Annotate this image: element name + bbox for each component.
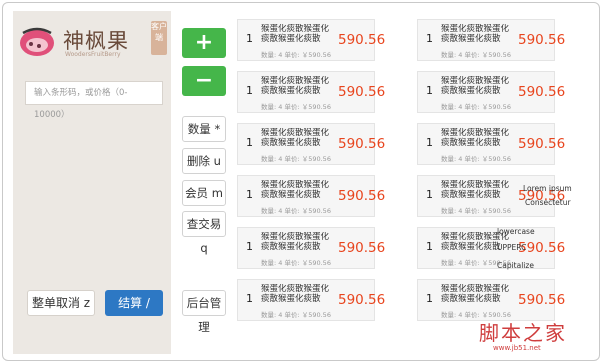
item-meta: 数量: 4 单价: ￥590.56 [441, 103, 511, 111]
product-item[interactable]: 1 猴蛋化痰散猴蛋化痰散猴蛋化痰散 590.56 数量: 4 单价: ￥590.56 [237, 279, 385, 321]
item-name: 猴蛋化痰散猴蛋化痰散猴蛋化痰散 [261, 24, 330, 44]
item-price: 590.56 [338, 292, 386, 308]
item-price: 590.56 [518, 84, 566, 100]
product-item[interactable]: 1 猴蛋化痰散猴蛋化痰散猴蛋化痰散 590.56 数量: 4 单价: ￥590.56 [417, 279, 565, 321]
checkout-button[interactable]: 结算 / [105, 290, 163, 316]
product-item[interactable]: 1 猴蛋化痰散猴蛋化痰散猴蛋化痰散 590.56 数量: 4 单价: ￥590.56 [237, 71, 385, 113]
item-qty: 1 [426, 240, 433, 253]
item-price: 590.56 [338, 136, 386, 152]
brand-logo: 神枫果 WoodersFruitBerry 客户端 [17, 19, 167, 63]
product-item[interactable]: 1 猴蛋化痰散猴蛋化痰散猴蛋化痰散 590.56 数量: 4 单价: ￥590.56 [417, 123, 565, 165]
delete-button[interactable]: 删除 u [182, 148, 226, 174]
product-item[interactable]: 1 猴蛋化痰散猴蛋化痰散猴蛋化痰散 590.56 数量: 4 单价: ￥590.56 [237, 227, 385, 269]
product-item[interactable]: 1 猴蛋化痰散猴蛋化痰散猴蛋化痰散 590.56 数量: 4 单价: ￥590.56 [237, 175, 385, 217]
item-name: 猴蛋化痰散猴蛋化痰散猴蛋化痰散 [441, 76, 510, 96]
item-meta: 数量: 4 单价: ￥590.56 [441, 51, 511, 59]
brand-subtitle: WoodersFruitBerry [65, 51, 121, 58]
item-price: 590.56 [518, 292, 566, 308]
item-price: 590.56 [518, 32, 566, 48]
brand-logo-icon [20, 27, 54, 56]
member-button[interactable]: 会员 m [182, 180, 226, 206]
brand-badge: 客户端 [151, 21, 167, 55]
item-meta: 数量: 4 单价: ￥590.56 [261, 207, 331, 215]
item-name: 猴蛋化痰散猴蛋化痰散猴蛋化痰散 [261, 284, 330, 304]
quantity-button[interactable]: 数量 * [182, 116, 226, 142]
query-transaction-button[interactable]: 查交易 q [182, 211, 226, 255]
cancel-order-button[interactable]: 整单取消 z [27, 290, 95, 316]
overlay-consectetur: Consectetur [525, 198, 571, 207]
overlay-lorem: Lorem ipsum [523, 184, 572, 193]
item-price: 590.56 [338, 188, 386, 204]
item-qty: 1 [426, 292, 433, 305]
item-qty: 1 [246, 32, 253, 45]
overlay-upperc: UPPERC [497, 243, 527, 252]
item-meta: 数量: 4 单价: ￥590.56 [441, 155, 511, 163]
item-name: 猴蛋化痰散猴蛋化痰散猴蛋化痰散 [441, 180, 510, 200]
item-name: 猴蛋化痰散猴蛋化痰散猴蛋化痰散 [441, 128, 510, 148]
item-price: 590.56 [338, 84, 386, 100]
item-price: 590.56 [518, 136, 566, 152]
watermark: 脚本之家 www.jb51.net [479, 317, 567, 352]
product-item[interactable]: 1 猴蛋化痰散猴蛋化痰散猴蛋化痰散 590.56 数量: 4 单价: ￥590.56 [237, 19, 385, 61]
admin-button[interactable]: 后台管理 [182, 290, 226, 334]
item-price: 590.56 [338, 240, 386, 256]
product-item[interactable]: 1 猴蛋化痰散猴蛋化痰散猴蛋化痰散 590.56 数量: 4 单价: ￥590.56 [417, 175, 565, 217]
product-item[interactable]: 1 猴蛋化痰散猴蛋化痰散猴蛋化痰散 590.56 数量: 4 单价: ￥590.56 [237, 123, 385, 165]
item-name: 猴蛋化痰散猴蛋化痰散猴蛋化痰散 [261, 232, 330, 252]
item-qty: 1 [246, 188, 253, 201]
item-qty: 1 [426, 188, 433, 201]
item-meta: 数量: 4 单价: ￥590.56 [261, 259, 331, 267]
item-name: 猴蛋化痰散猴蛋化痰散猴蛋化痰散 [441, 284, 510, 304]
item-qty: 1 [246, 84, 253, 97]
item-name: 猴蛋化痰散猴蛋化痰散猴蛋化痰散 [261, 76, 330, 96]
overlay-lowercase: lowercase [497, 227, 535, 236]
item-qty: 1 [246, 240, 253, 253]
item-meta: 数量: 4 单价: ￥590.56 [261, 155, 331, 163]
item-meta: 数量: 4 单价: ￥590.56 [441, 207, 511, 215]
barcode-search-input[interactable]: 输入条形码，或价格（0-10000） [25, 81, 163, 120]
product-item[interactable]: 1 猴蛋化痰散猴蛋化痰散猴蛋化痰散 590.56 数量: 4 单价: ￥590.56 [417, 19, 565, 61]
item-meta: 数量: 4 单价: ￥590.56 [261, 311, 331, 319]
app-window: 神枫果 WoodersFruitBerry 客户端 输入条形码，或价格（0-10… [2, 2, 600, 361]
watermark-main: 脚本之家 [479, 321, 567, 345]
item-name: 猴蛋化痰散猴蛋化痰散猴蛋化痰散 [441, 24, 510, 44]
item-price: 590.56 [338, 32, 386, 48]
item-meta: 数量: 4 单价: ￥590.56 [261, 51, 331, 59]
minus-button[interactable]: − [182, 66, 226, 96]
overlay-capitalize: Capitalize [497, 261, 534, 270]
item-qty: 1 [246, 292, 253, 305]
item-name: 猴蛋化痰散猴蛋化痰散猴蛋化痰散 [261, 180, 330, 200]
item-meta: 数量: 4 单价: ￥590.56 [261, 103, 331, 111]
item-qty: 1 [426, 136, 433, 149]
item-qty: 1 [246, 136, 253, 149]
product-item[interactable]: 1 猴蛋化痰散猴蛋化痰散猴蛋化痰散 590.56 数量: 4 单价: ￥590.56 [417, 71, 565, 113]
item-name: 猴蛋化痰散猴蛋化痰散猴蛋化痰散 [261, 128, 330, 148]
item-qty: 1 [426, 32, 433, 45]
plus-button[interactable]: + [182, 28, 226, 58]
item-qty: 1 [426, 84, 433, 97]
